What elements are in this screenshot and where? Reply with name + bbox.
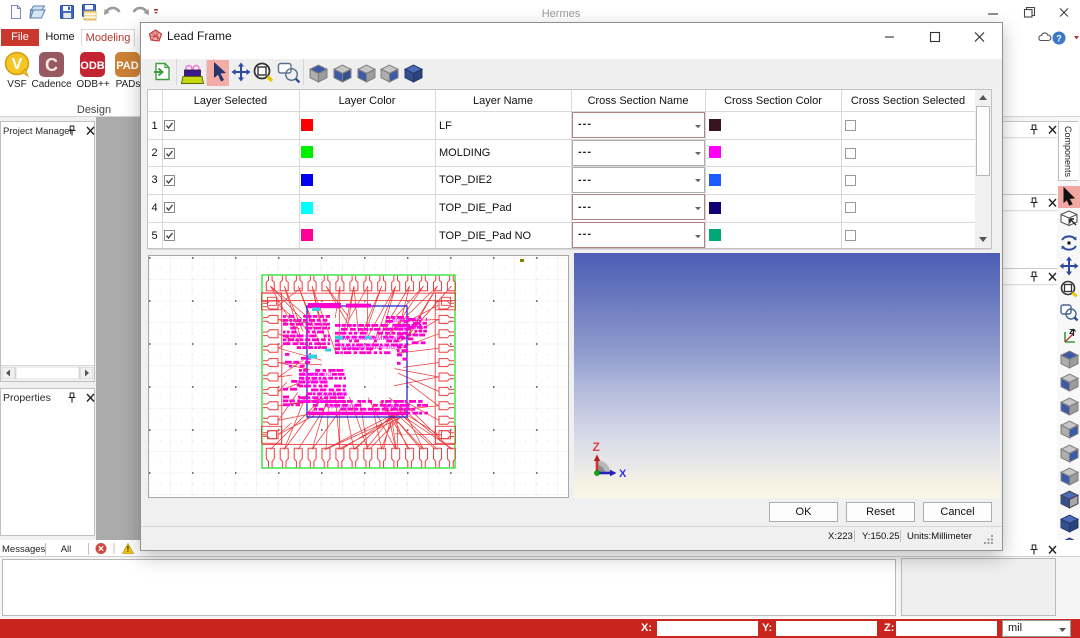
svg-text:don bond: don bond <box>301 398 328 405</box>
svg-text:dowbond: dowbond <box>301 378 328 385</box>
svg-text:ODB: ODB <box>80 60 105 72</box>
svg-text:downbond: downbond <box>392 317 422 324</box>
svg-text:V: V <box>12 56 23 73</box>
svg-text:Z: Z <box>593 440 600 454</box>
svg-text:?: ? <box>1056 34 1062 44</box>
svg-text:downbond dovnbond: downbond dovnbond <box>341 344 402 351</box>
svg-text:PAD: PAD <box>116 60 138 72</box>
svg-text:downbond: downbond <box>392 324 422 331</box>
svg-text:dowbond: dowbond <box>383 403 410 410</box>
svg-text:downbond: downbond <box>317 391 347 398</box>
svg-text:downbond: downbond <box>327 403 357 410</box>
svg-text:C: C <box>45 55 58 75</box>
svg-text:X: X <box>619 468 627 480</box>
svg-text:downbond: downbond <box>301 371 331 378</box>
svg-text:!: ! <box>127 545 130 554</box>
